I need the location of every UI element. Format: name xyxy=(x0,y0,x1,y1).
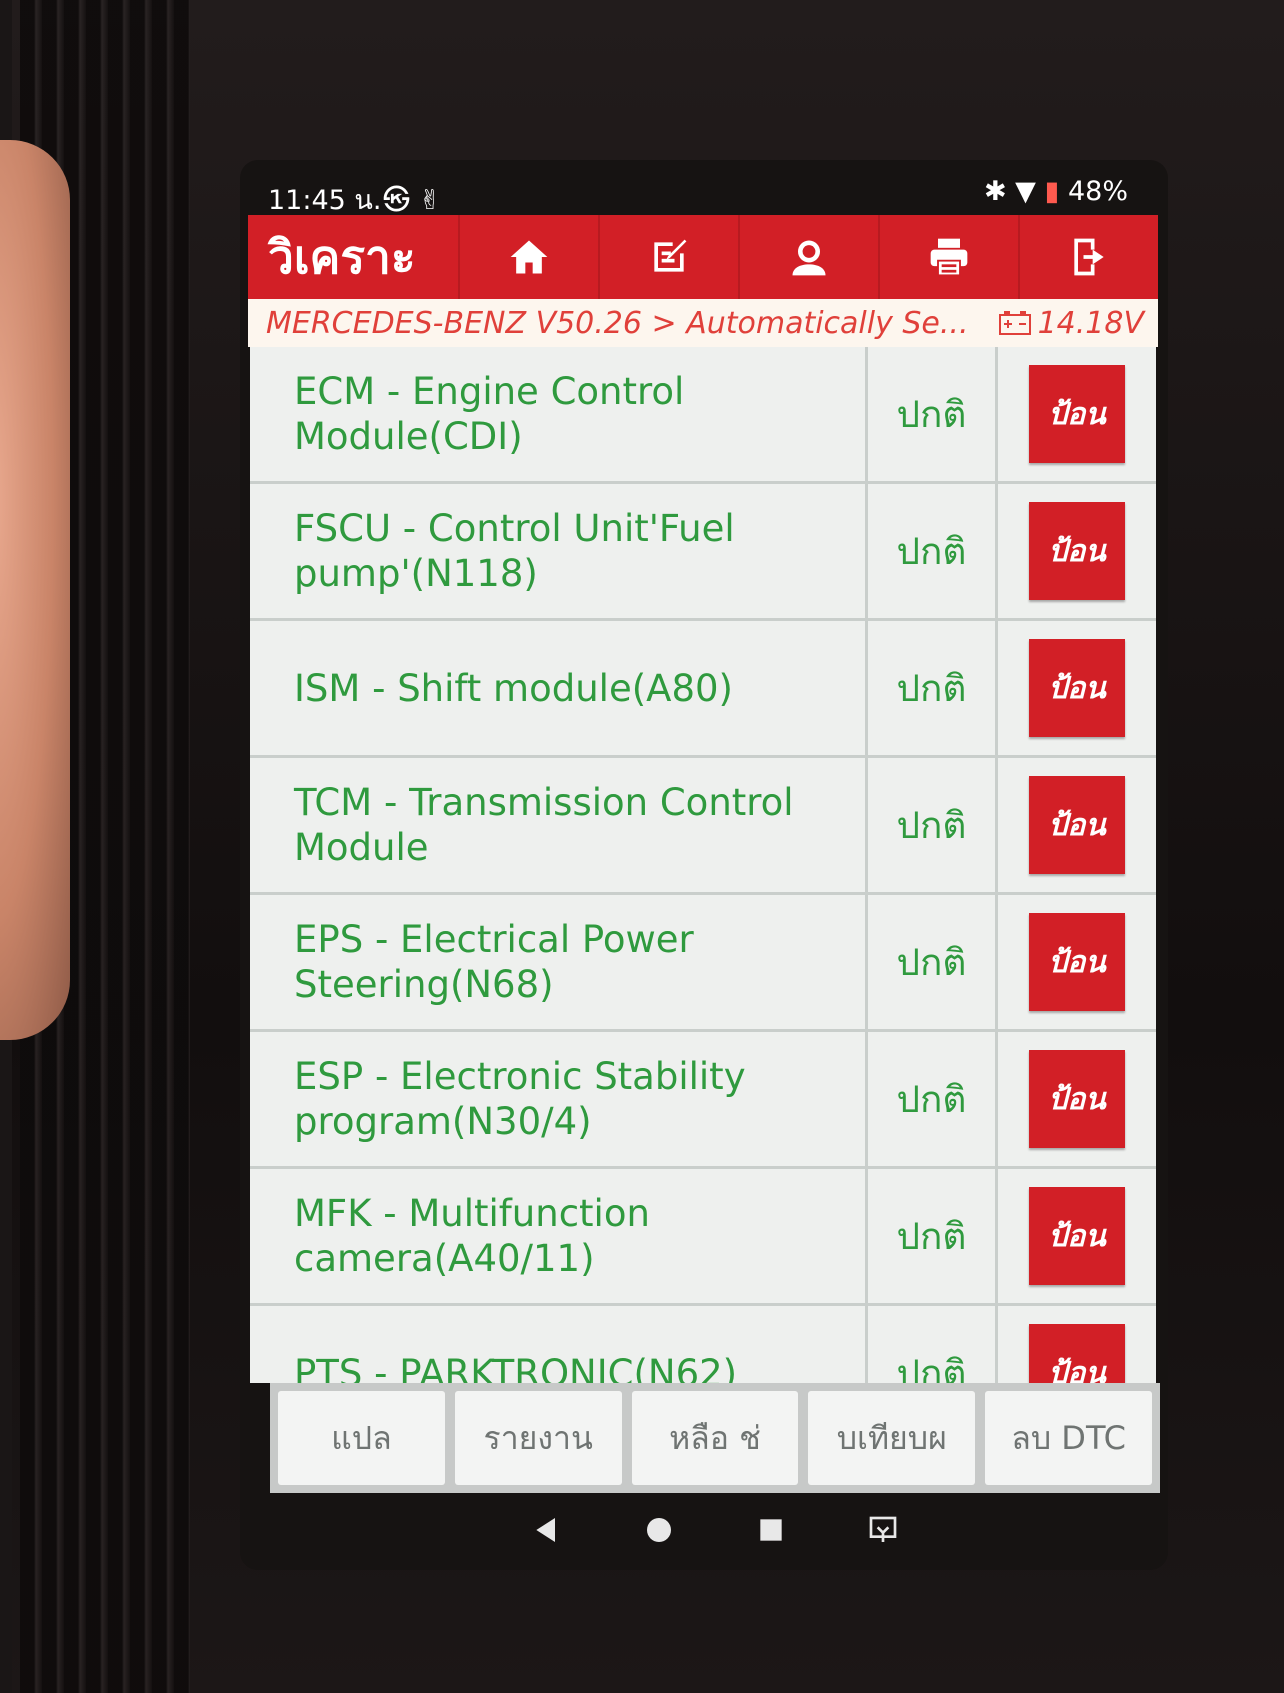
module-status: ปกติ xyxy=(868,1032,998,1166)
wifi-icon: ▼ xyxy=(1015,176,1036,207)
battery-voltage-icon xyxy=(998,311,1031,335)
enter-button[interactable]: ป้อน xyxy=(1029,1050,1125,1148)
module-status: ปกติ xyxy=(868,1306,998,1383)
list-item: TCM - Transmission Control Module ปกติ ป… xyxy=(250,758,1156,895)
report-button[interactable]: รายงาน xyxy=(454,1391,622,1485)
module-status: ปกติ xyxy=(868,895,998,1029)
battery-icon: ▮ xyxy=(1044,176,1060,207)
bottom-toolbar: แปล รายงาน หลือ ช่ บเทียบผ ลบ DTC xyxy=(270,1383,1160,1493)
enter-button[interactable]: ป้อน xyxy=(1029,913,1125,1011)
module-status: ปกติ xyxy=(868,347,998,481)
translate-button[interactable]: แปล xyxy=(278,1391,445,1485)
status-bar: 11:45 น. ㉿ ✌ ✱ ▼ ▮ 48% xyxy=(248,168,1158,216)
bluetooth-icon: ✱ xyxy=(983,176,1007,207)
print-icon xyxy=(930,238,968,277)
enter-button[interactable]: ป้อน xyxy=(1029,776,1125,874)
list-item: EPS - Electrical Power Steering(N68) ปกต… xyxy=(250,895,1156,1032)
help-button[interactable]: หลือ ช่ xyxy=(631,1391,799,1485)
enter-button[interactable]: ป้อน xyxy=(1029,1187,1125,1285)
back-icon[interactable] xyxy=(531,1514,563,1546)
module-name: MFK - Multifunction camera(A40/11) xyxy=(250,1169,868,1303)
compare-button[interactable]: บเทียบผ xyxy=(808,1391,976,1485)
enter-button[interactable]: ป้อน xyxy=(1029,502,1125,600)
voltage-value: 14.18V xyxy=(1037,305,1144,341)
breadcrumb: MERCEDES-BENZ V50.26 > Automatically Se.… xyxy=(248,299,1158,347)
module-name: TCM - Transmission Control Module xyxy=(250,758,868,892)
module-name: PTS - PARKTRONIC(N62) xyxy=(250,1306,868,1383)
module-status: ปกติ xyxy=(868,621,998,755)
print-button[interactable] xyxy=(878,215,1018,299)
enter-button[interactable]: ป้อน xyxy=(1029,365,1125,463)
home-icon xyxy=(510,240,548,274)
finger xyxy=(0,140,70,1040)
android-nav-bar xyxy=(280,1500,1150,1560)
list-item: PTS - PARKTRONIC(N62) ปกติ ป้อน xyxy=(250,1306,1156,1383)
user-support-icon xyxy=(792,240,826,276)
module-name: EPS - Electrical Power Steering(N68) xyxy=(250,895,868,1029)
enter-button[interactable]: ป้อน xyxy=(1029,1324,1125,1383)
breadcrumb-path: MERCEDES-BENZ V50.26 > Automatically Se.… xyxy=(266,305,969,341)
module-status: ปกติ xyxy=(868,758,998,892)
exit-icon xyxy=(1074,238,1104,276)
list-item: ECM - Engine Control Module(CDI) ปกติ ป้… xyxy=(250,347,1156,484)
battery-percent: 48% xyxy=(1067,176,1128,207)
module-status: ปกติ xyxy=(868,484,998,618)
list-item: FSCU - Control Unit'Fuel pump'(N118) ปกต… xyxy=(250,484,1156,621)
screenshot-icon[interactable] xyxy=(867,1514,899,1546)
list-item: MFK - Multifunction camera(A40/11) ปกติ … xyxy=(250,1169,1156,1306)
voltage-readout: 14.18V xyxy=(998,306,1158,341)
module-name: ESP - Electronic Stability program(N30/4… xyxy=(250,1032,868,1166)
module-name: FSCU - Control Unit'Fuel pump'(N118) xyxy=(250,484,868,618)
module-name: ECM - Engine Control Module(CDI) xyxy=(250,347,868,481)
module-status: ปกติ xyxy=(868,1169,998,1303)
home-button[interactable] xyxy=(458,215,598,299)
recents-icon[interactable] xyxy=(755,1514,787,1546)
enter-button[interactable]: ป้อน xyxy=(1029,639,1125,737)
app-header: วิเคราะ xyxy=(248,215,1158,299)
clear-dtc-button[interactable]: ลบ DTC xyxy=(985,1391,1152,1485)
status-right: ✱ ▼ ▮ 48% xyxy=(984,176,1128,207)
edit-button[interactable] xyxy=(598,215,738,299)
list-item: ESP - Electronic Stability program(N30/4… xyxy=(250,1032,1156,1169)
list-item: ISM - Shift module(A80) ปกติ ป้อน xyxy=(250,621,1156,758)
page-title: วิเคราะ xyxy=(268,230,416,284)
module-name: ISM - Shift module(A80) xyxy=(250,621,868,755)
edit-icon xyxy=(654,239,687,272)
module-list: ECM - Engine Control Module(CDI) ปกติ ป้… xyxy=(250,347,1156,1383)
home-circle-icon[interactable] xyxy=(643,1514,675,1546)
support-button[interactable] xyxy=(738,215,878,299)
status-notification-icons: ㉿ ✌ xyxy=(383,185,442,216)
exit-button[interactable] xyxy=(1018,215,1158,299)
